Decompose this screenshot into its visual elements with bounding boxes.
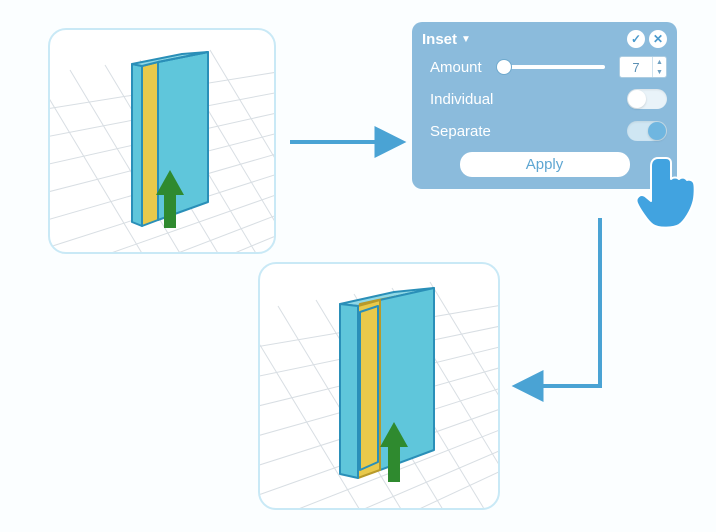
panel-title-label: Inset: [422, 31, 457, 48]
panel-title-toggle[interactable]: Inset ▼: [422, 31, 471, 48]
dropdown-icon: ▼: [461, 34, 471, 45]
separate-label: Separate: [422, 123, 491, 140]
apply-label: Apply: [526, 156, 564, 173]
separate-toggle[interactable]: [627, 121, 667, 141]
amount-spinner[interactable]: 7 ▲ ▼: [619, 56, 667, 78]
viewport-before: [48, 28, 276, 254]
scene-after: [260, 264, 500, 510]
amount-label: Amount: [422, 59, 482, 76]
spinner-down-icon[interactable]: ▼: [653, 67, 666, 77]
scene-before: [50, 30, 276, 254]
apply-button[interactable]: Apply: [460, 152, 630, 177]
individual-toggle[interactable]: [627, 89, 667, 109]
spinner-up-icon[interactable]: ▲: [653, 57, 666, 67]
individual-row: Individual: [422, 86, 667, 112]
panel-header: Inset ▼ ✓ ✕: [422, 30, 667, 48]
separate-row: Separate: [422, 118, 667, 144]
cursor-hand-icon: [636, 152, 706, 232]
individual-label: Individual: [422, 91, 493, 108]
amount-slider[interactable]: [496, 65, 605, 69]
confirm-icon[interactable]: ✓: [627, 30, 645, 48]
close-icon[interactable]: ✕: [649, 30, 667, 48]
amount-row: Amount 7 ▲ ▼: [422, 54, 667, 80]
amount-value: 7: [620, 57, 652, 77]
viewport-after: [258, 262, 500, 510]
flow-arrow-step2: [518, 218, 600, 386]
